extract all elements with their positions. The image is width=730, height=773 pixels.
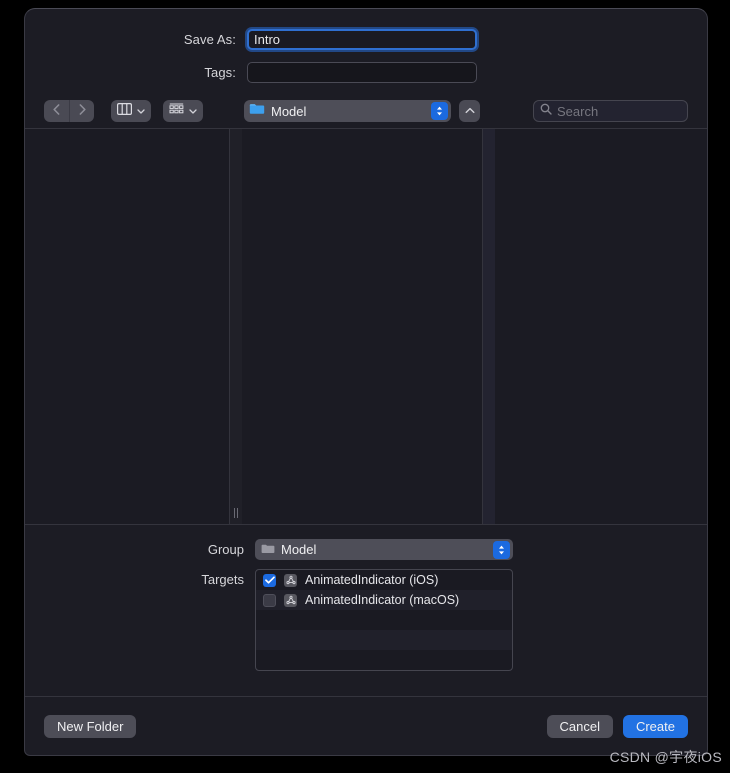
location-name: Model: [271, 103, 307, 119]
grip-icon: [234, 508, 238, 518]
chevron-down-icon: [137, 107, 145, 116]
location-popup-button[interactable]: Model: [244, 100, 451, 122]
dialog-footer: New Folder Cancel Create: [25, 696, 707, 755]
forward-button[interactable]: [69, 100, 94, 122]
search-icon: [540, 102, 552, 120]
list-empty-row: [256, 610, 512, 630]
blue-folder-icon: [249, 102, 265, 120]
location-stepper[interactable]: [431, 102, 448, 120]
search-field[interactable]: Search: [533, 100, 688, 122]
save-as-label: Save As:: [183, 32, 236, 47]
column-resize-handle[interactable]: [230, 129, 242, 524]
browser-toolbar: Model Search: [25, 94, 707, 128]
browser-column-3[interactable]: [495, 129, 707, 524]
list-empty-row: [256, 630, 512, 650]
column-divider-shade[interactable]: [483, 129, 495, 524]
save-dialog: Save As: Tags:: [24, 8, 708, 756]
targets-label: Targets: [201, 572, 244, 587]
gallery-view-button[interactable]: [163, 100, 203, 122]
targets-list[interactable]: AnimatedIndicator (iOS) AnimatedIndicato…: [255, 569, 513, 671]
list-item[interactable]: AnimatedIndicator (macOS): [256, 590, 512, 610]
group-stepper[interactable]: [493, 540, 510, 559]
group-row: Group Model: [25, 539, 707, 561]
gray-folder-icon: [261, 541, 275, 559]
file-browser[interactable]: [25, 128, 707, 525]
target-checkbox[interactable]: [263, 593, 276, 607]
save-as-input[interactable]: [247, 29, 477, 50]
list-item[interactable]: AnimatedIndicator (iOS): [256, 570, 512, 590]
target-name: AnimatedIndicator (iOS): [305, 573, 439, 587]
chevron-left-icon: [53, 102, 60, 120]
browser-column-2[interactable]: [242, 129, 482, 524]
column-view-button[interactable]: [111, 100, 151, 122]
gallery-view-icon: [169, 102, 184, 120]
xcode-target-icon: [284, 573, 297, 587]
group-value: Model: [281, 542, 317, 557]
group-popup-button[interactable]: Model: [255, 539, 513, 560]
navigation-buttons: [44, 100, 94, 122]
watermark: CSDN @宇夜iOS: [609, 749, 722, 765]
search-placeholder: Search: [557, 103, 599, 119]
group-label: Group: [207, 542, 244, 557]
target-name: AnimatedIndicator (macOS): [305, 593, 460, 607]
create-button[interactable]: Create: [622, 714, 688, 738]
options-area: Group Model Targets AnimatedIndicator (i…: [25, 525, 707, 671]
cancel-button[interactable]: Cancel: [546, 714, 613, 738]
column-view-icon: [117, 102, 133, 120]
save-form: Save As: Tags:: [25, 9, 707, 84]
tags-label: Tags:: [204, 65, 236, 80]
target-checkbox[interactable]: [263, 573, 276, 587]
save-as-row: Save As:: [25, 28, 707, 51]
browser-column-1[interactable]: [25, 129, 229, 524]
tags-input[interactable]: [247, 62, 477, 83]
targets-row: Targets AnimatedIndicator (iOS) Animated…: [25, 569, 707, 671]
chevron-down-icon: [189, 107, 197, 116]
chevron-up-icon: [465, 106, 475, 117]
xcode-target-icon: [284, 593, 297, 607]
new-folder-button[interactable]: New Folder: [44, 714, 137, 738]
chevron-right-icon: [79, 102, 86, 120]
go-up-button[interactable]: [459, 100, 480, 122]
list-empty-row: [256, 650, 512, 670]
tags-row: Tags:: [25, 61, 707, 84]
back-button[interactable]: [44, 100, 69, 122]
